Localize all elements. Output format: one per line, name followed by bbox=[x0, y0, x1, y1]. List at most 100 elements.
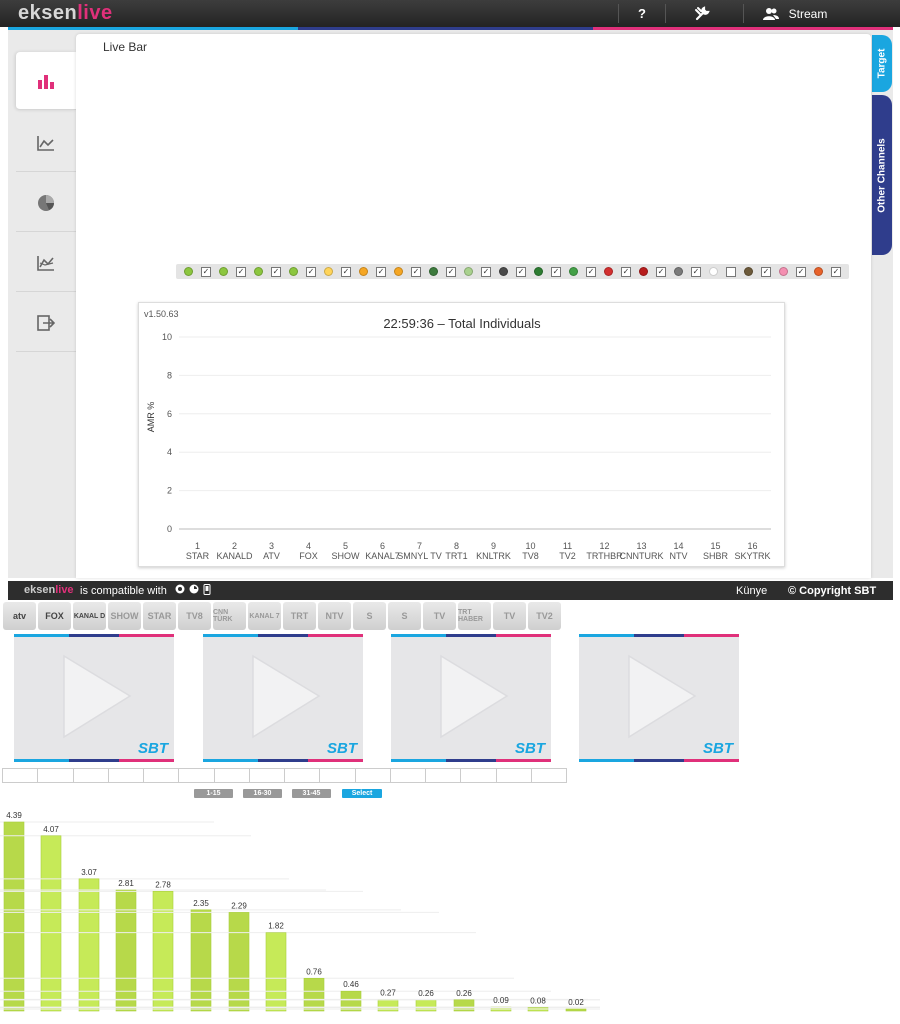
channel-logo-button[interactable]: STAR bbox=[143, 602, 176, 630]
pager-cell[interactable] bbox=[285, 769, 321, 782]
channel-logo-button[interactable]: atv bbox=[3, 602, 36, 630]
channel-logo-text: CNN TÜRK bbox=[213, 609, 233, 623]
legend-color-dot bbox=[569, 267, 578, 276]
y-axis-label: AMR % bbox=[146, 402, 156, 433]
legend-checkbox[interactable]: ✓ bbox=[341, 266, 351, 277]
legend-checkbox[interactable]: ✓ bbox=[271, 266, 281, 277]
legend-checkbox[interactable]: ✓ bbox=[586, 266, 596, 277]
legend-color-dot bbox=[184, 267, 193, 276]
page-31-45-button[interactable]: 31-45 bbox=[292, 789, 331, 798]
legend-color-dot bbox=[289, 267, 298, 276]
x-tick-number: 14 bbox=[673, 541, 683, 551]
channel-logo-button[interactable]: TV2 bbox=[528, 602, 561, 630]
video-player[interactable]: SBT bbox=[391, 634, 551, 762]
channel-logo-button[interactable]: KANAL D bbox=[73, 602, 106, 630]
channel-logo-button[interactable]: SHOW bbox=[108, 602, 141, 630]
pager-cell[interactable] bbox=[355, 769, 391, 782]
chrome-icon bbox=[175, 584, 185, 594]
sidebar-item-line-chart[interactable] bbox=[16, 114, 76, 172]
ranking-bar bbox=[152, 891, 174, 1012]
pager-cell[interactable] bbox=[3, 769, 39, 782]
tab-other-channels[interactable]: Other Channels bbox=[872, 95, 892, 255]
legend-color-dot bbox=[814, 267, 823, 276]
sidebar-item-bar-chart[interactable] bbox=[16, 52, 76, 110]
pager-cell[interactable] bbox=[426, 769, 462, 782]
play-icon[interactable] bbox=[627, 654, 697, 739]
sidebar-item-export[interactable] bbox=[16, 294, 76, 352]
ranking-bar-label: 1.82 bbox=[268, 922, 284, 931]
channel-logo-button[interactable]: KANAL 7 bbox=[248, 602, 281, 630]
channel-logo-button[interactable]: NTV bbox=[318, 602, 351, 630]
channel-logo-button[interactable]: FOX bbox=[38, 602, 71, 630]
legend-checkbox[interactable]: ✓ bbox=[306, 266, 316, 277]
pager-cell[interactable] bbox=[38, 769, 74, 782]
x-tick-number: 3 bbox=[269, 541, 274, 551]
video-player[interactable]: SBT bbox=[579, 634, 739, 762]
page-16-30-button[interactable]: 16-30 bbox=[243, 789, 282, 798]
pager-cell[interactable] bbox=[320, 769, 356, 782]
play-icon[interactable] bbox=[439, 654, 509, 739]
settings-button[interactable] bbox=[688, 0, 716, 27]
x-tick-number: 5 bbox=[343, 541, 348, 551]
legend-checkbox[interactable] bbox=[726, 266, 736, 277]
channel-logo-text: SHOW bbox=[110, 611, 139, 621]
pager-cell[interactable] bbox=[461, 769, 497, 782]
x-tick-label: SMNYL TV bbox=[397, 551, 442, 561]
x-tick-label: KANAL7 bbox=[365, 551, 400, 561]
pager-cell[interactable] bbox=[179, 769, 215, 782]
play-icon[interactable] bbox=[251, 654, 321, 739]
legend-checkbox[interactable]: ✓ bbox=[656, 266, 666, 277]
channel-logo-button[interactable]: CNN TÜRK bbox=[213, 602, 246, 630]
legend-checkbox[interactable]: ✓ bbox=[831, 266, 841, 277]
pager-cell[interactable] bbox=[249, 769, 285, 782]
pager-cell[interactable] bbox=[390, 769, 426, 782]
footer-logo: eksenlive bbox=[24, 584, 74, 596]
pager-cell[interactable] bbox=[108, 769, 144, 782]
x-tick-number: 6 bbox=[380, 541, 385, 551]
channel-logo-button[interactable]: TV bbox=[423, 602, 456, 630]
legend-checkbox[interactable]: ✓ bbox=[481, 266, 491, 277]
x-tick-label: ATV bbox=[263, 551, 280, 561]
legend-checkbox[interactable]: ✓ bbox=[621, 266, 631, 277]
channel-logo-button[interactable]: TV bbox=[493, 602, 526, 630]
video-player[interactable]: SBT bbox=[203, 634, 363, 762]
channel-logo-button[interactable]: S bbox=[388, 602, 421, 630]
legend-checkbox[interactable]: ✓ bbox=[411, 266, 421, 277]
sidebar-item-pie-chart[interactable] bbox=[16, 174, 76, 232]
legend-checkbox[interactable]: ✓ bbox=[446, 266, 456, 277]
video-player[interactable]: SBT bbox=[14, 634, 174, 762]
legend-color-dot bbox=[499, 267, 508, 276]
legend-color-dot bbox=[744, 267, 753, 276]
channel-logo-button[interactable]: TV8 bbox=[178, 602, 211, 630]
select-button[interactable]: Select bbox=[342, 789, 382, 798]
brand-logo[interactable]: eksenlive bbox=[18, 2, 113, 25]
channel-logo-text: STAR bbox=[147, 611, 172, 621]
channel-logo-text: S bbox=[366, 611, 373, 621]
legend-checkbox[interactable]: ✓ bbox=[236, 266, 246, 277]
channel-logo-button[interactable]: S bbox=[353, 602, 386, 630]
legend-checkbox[interactable]: ✓ bbox=[761, 266, 771, 277]
tab-target[interactable]: Target bbox=[872, 35, 892, 92]
legend-checkbox[interactable]: ✓ bbox=[796, 266, 806, 277]
sidebar-item-trend-chart[interactable] bbox=[16, 234, 76, 292]
stream-button[interactable]: Stream bbox=[755, 0, 835, 27]
pager-cell[interactable] bbox=[531, 769, 566, 782]
pager-cell[interactable] bbox=[144, 769, 180, 782]
chart-title: 22:59:36 – Total Individuals bbox=[383, 316, 541, 331]
ranking-bar bbox=[303, 977, 325, 1012]
play-icon[interactable] bbox=[62, 654, 132, 739]
kunye-link[interactable]: Künye bbox=[736, 585, 767, 597]
channel-logo-button[interactable]: TRT HABER bbox=[458, 602, 491, 630]
page-1-15-button[interactable]: 1-15 bbox=[194, 789, 233, 798]
legend-checkbox[interactable]: ✓ bbox=[551, 266, 561, 277]
pager-cell[interactable] bbox=[496, 769, 532, 782]
pager-cell[interactable] bbox=[214, 769, 250, 782]
legend-checkbox[interactable]: ✓ bbox=[201, 266, 211, 277]
pager-cell[interactable] bbox=[73, 769, 109, 782]
legend-checkbox[interactable]: ✓ bbox=[691, 266, 701, 277]
y-tick-label: 2 bbox=[167, 486, 172, 496]
help-button[interactable]: ? bbox=[628, 0, 656, 27]
legend-checkbox[interactable]: ✓ bbox=[516, 266, 526, 277]
channel-logo-button[interactable]: TRT bbox=[283, 602, 316, 630]
legend-checkbox[interactable]: ✓ bbox=[376, 266, 386, 277]
